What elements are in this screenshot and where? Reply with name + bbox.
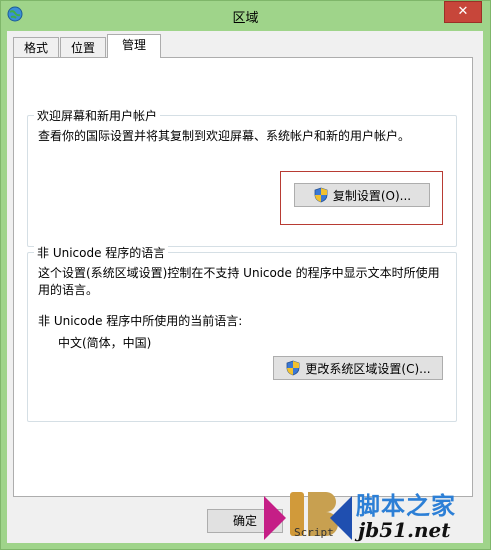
tab-administrative[interactable]: 管理	[107, 34, 161, 58]
title-bar[interactable]: 区域 ✕	[1, 1, 490, 31]
welcome-screen-group: 欢迎屏幕和新用户帐户 查看你的国际设置并将其复制到欢迎屏幕、系统帐户和新的用户帐…	[27, 107, 457, 247]
non-unicode-description-line2: 用的语言。	[38, 283, 99, 297]
copy-settings-label: 复制设置(O)...	[332, 188, 412, 203]
change-system-locale-button[interactable]: 更改系统区域设置(C)...	[273, 356, 443, 380]
watermark-script-text: Script	[294, 526, 334, 539]
watermark: Script 脚本之家 jb51.net	[260, 482, 491, 550]
current-language-label: 非 Unicode 程序中所使用的当前语言:	[38, 314, 243, 328]
change-locale-label: 更改系统区域设置(C)...	[305, 361, 431, 376]
tab-format[interactable]: 格式	[13, 37, 59, 58]
close-button[interactable]: ✕	[444, 1, 482, 23]
welcome-group-title: 欢迎屏幕和新用户帐户	[34, 107, 161, 124]
close-icon: ✕	[457, 4, 469, 19]
tab-location[interactable]: 位置	[60, 37, 106, 58]
tab-panel-administrative: 欢迎屏幕和新用户帐户 查看你的国际设置并将其复制到欢迎屏幕、系统帐户和新的用户帐…	[13, 57, 473, 497]
watermark-site-name: 脚本之家	[356, 492, 456, 520]
dialog-client-area: 格式 位置 管理 欢迎屏幕和新用户帐户 查看你的国际设置并将其复制到欢迎屏幕、系…	[7, 31, 483, 543]
jb51-logo	[264, 492, 352, 540]
copy-settings-button[interactable]: 复制设置(O)...	[294, 183, 430, 207]
window-title: 区域	[232, 11, 259, 26]
non-unicode-group-title: 非 Unicode 程序的语言	[34, 244, 169, 261]
uac-shield-icon	[314, 187, 328, 203]
welcome-description: 查看你的国际设置并将其复制到欢迎屏幕、系统帐户和新的用户帐户。	[38, 129, 411, 143]
watermark-url: jb51.net	[358, 518, 451, 542]
non-unicode-group: 非 Unicode 程序的语言 这个设置(系统区域设置)控制在不支持 Unico…	[27, 244, 457, 422]
non-unicode-description-line1: 这个设置(系统区域设置)控制在不支持 Unicode 的程序中显示文本时所使用	[38, 266, 440, 280]
current-language-value: 中文(简体，中国)	[58, 336, 152, 350]
region-dialog-window: 区域 ✕ 格式 位置 管理 欢迎屏幕和新用户帐户 查看你的国际设置并将其复制到欢…	[0, 0, 491, 550]
uac-shield-icon	[287, 360, 300, 376]
